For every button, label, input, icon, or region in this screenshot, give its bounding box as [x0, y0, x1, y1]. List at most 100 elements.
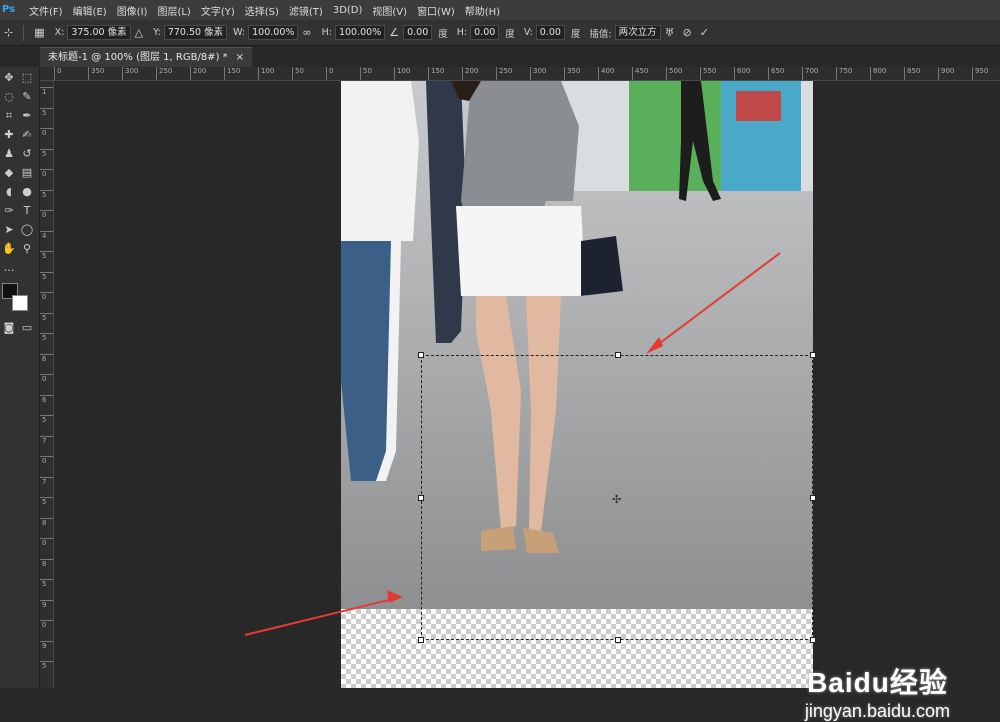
x-field[interactable]: 375.00 像素: [67, 25, 131, 40]
eyedropper-icon[interactable]: ✒: [20, 109, 34, 123]
move-tool-icon[interactable]: ✥: [2, 71, 16, 85]
more-tools-icon[interactable]: …: [2, 261, 16, 275]
ruler-tick-label: 600: [734, 67, 750, 80]
ruler-tick-label: 0: [40, 292, 53, 301]
baidu-watermark: Baidu经验 jingyan.baidu.com: [805, 661, 950, 722]
ruler-tick-label: 0: [326, 67, 333, 80]
reference-point-icon[interactable]: ▦: [34, 26, 44, 39]
ruler-tick-label: 150: [428, 67, 444, 80]
screen-mode-icon[interactable]: ▭: [20, 321, 34, 335]
watermark-brand: Baidu经验: [807, 667, 948, 698]
menu-window[interactable]: 窗口(W): [412, 3, 460, 18]
arrow-head-top: [646, 337, 663, 354]
ruler-tick-label: 950: [972, 67, 988, 80]
link-icon[interactable]: ∞: [302, 26, 311, 39]
ruler-tick-label: 200: [190, 67, 206, 80]
ruler-tick-label: 6: [40, 394, 53, 404]
menu-view[interactable]: 视图(V): [367, 3, 412, 18]
brush-tool-icon[interactable]: ✍: [20, 128, 34, 142]
photoshop-logo-icon: Ps: [2, 4, 16, 15]
y-field[interactable]: 770.50 像素: [163, 25, 228, 40]
interpolation-select[interactable]: 两次立方: [614, 25, 661, 40]
ruler-tick-label: 350: [564, 67, 580, 80]
ruler-tick-label: 5: [40, 271, 53, 281]
clone-stamp-icon[interactable]: ♟: [2, 147, 16, 161]
menu-filter[interactable]: 滤镜(T): [284, 3, 328, 18]
hand-tool-icon[interactable]: ✋: [2, 242, 16, 256]
menu-layer[interactable]: 图层(L): [152, 3, 195, 18]
quick-select-icon[interactable]: ✎: [20, 90, 34, 104]
ruler-tick-label: 4: [40, 230, 53, 240]
hskew-field[interactable]: 0.00: [470, 25, 500, 40]
angle-unit: 度: [438, 28, 448, 40]
zoom-tool-icon[interactable]: ⚲: [20, 242, 34, 256]
tools-panel: ✥ ⬚ ◌ ✎ ⌗ ✒ ✚ ✍ ♟ ↺ ◆ ▤ ◖ ● ✑ T ➤ ◯ ✋ ⚲ …: [0, 67, 40, 688]
menu-help[interactable]: 帮助(H): [460, 3, 505, 18]
angle-field[interactable]: 0.00: [403, 25, 433, 40]
menu-file[interactable]: 文件(F): [24, 3, 68, 18]
ruler-tick-label: 550: [700, 67, 716, 80]
w-label: W:: [233, 27, 246, 38]
cancel-transform-icon[interactable]: ⊘: [683, 26, 692, 39]
dodge-tool-icon[interactable]: ●: [20, 185, 34, 199]
ruler-tick-label: 5: [40, 661, 53, 670]
warp-icon[interactable]: ♅: [665, 26, 675, 39]
ruler-tick-label: 100: [258, 67, 274, 80]
ruler-tick-label: 750: [836, 67, 852, 80]
ruler-tick-label: 0: [40, 169, 53, 178]
document-tab[interactable]: 未标题-1 @ 100% (图层 1, RGB/8#) * ×: [40, 47, 253, 67]
width-field[interactable]: 100.00%: [248, 25, 299, 40]
h-label: H:: [321, 27, 332, 38]
ruler-tick-label: 7: [40, 435, 53, 445]
ellipse-tool-icon[interactable]: ◯: [20, 223, 34, 237]
ruler-tick-label: 850: [904, 67, 920, 80]
ruler-tick-label: 300: [122, 67, 138, 80]
hskew-unit: 度: [505, 28, 515, 40]
ruler-tick-label: 0: [54, 67, 61, 80]
menu-3d[interactable]: 3D(D): [328, 5, 368, 16]
crop-tool-icon[interactable]: ⌗: [2, 109, 16, 123]
ruler-tick-label: 250: [496, 67, 512, 80]
ruler-tick-label: 450: [632, 67, 648, 80]
close-icon[interactable]: ×: [236, 48, 244, 67]
ruler-tick-label: 50: [360, 67, 372, 80]
menu-type[interactable]: 文字(Y): [196, 3, 240, 18]
healing-brush-icon[interactable]: ✚: [2, 128, 16, 142]
delta-icon[interactable]: △: [135, 26, 143, 39]
height-field[interactable]: 100.00%: [334, 25, 386, 40]
canvas-area[interactable]: ✣ Baidu经验 jingyan.baidu.com: [54, 81, 1000, 721]
history-brush-icon[interactable]: ↺: [20, 147, 34, 161]
document-tab-title: 未标题-1 @ 100% (图层 1, RGB/8#) *: [48, 52, 228, 63]
eraser-icon[interactable]: ◆: [2, 166, 16, 180]
type-tool-icon[interactable]: T: [20, 204, 34, 218]
ruler-tick-label: 5: [40, 497, 53, 506]
ruler-tick-label: 9: [40, 599, 53, 609]
menu-image[interactable]: 图像(I): [112, 3, 153, 18]
ruler-tick-label: 150: [224, 67, 240, 80]
ruler-tick-label: 0: [40, 538, 53, 547]
ruler-tick-label: 5: [40, 251, 53, 260]
path-select-icon[interactable]: ➤: [2, 223, 16, 237]
menu-edit[interactable]: 编辑(E): [68, 3, 112, 18]
lasso-tool-icon[interactable]: ◌: [2, 90, 16, 104]
background-color-swatch[interactable]: [12, 295, 28, 311]
watermark-url: jingyan.baidu.com: [804, 701, 950, 721]
vskew-field[interactable]: 0.00: [535, 25, 565, 40]
quick-mask-icon[interactable]: ◙: [2, 321, 16, 335]
vskew-label: V:: [523, 27, 533, 38]
commit-transform-icon[interactable]: ✓: [700, 26, 709, 39]
ruler-tick-label: 6: [40, 353, 53, 363]
menu-select[interactable]: 选择(S): [240, 3, 284, 18]
blur-tool-icon[interactable]: ◖: [2, 185, 16, 199]
x-label: X:: [54, 27, 65, 38]
marquee-tool-icon[interactable]: ⬚: [20, 71, 34, 85]
ruler-tick-label: 8: [40, 558, 53, 568]
ruler-tick-label: 0: [40, 620, 53, 629]
gradient-icon[interactable]: ▤: [20, 166, 34, 180]
pen-tool-icon[interactable]: ✑: [2, 204, 16, 218]
y-label: Y:: [153, 27, 161, 38]
ruler-tick-label: 300: [530, 67, 546, 80]
ruler-tick-label: 5: [40, 333, 53, 342]
transform-tool-icon[interactable]: ⊹: [4, 26, 13, 39]
ruler-tick-label: 8: [40, 517, 53, 527]
